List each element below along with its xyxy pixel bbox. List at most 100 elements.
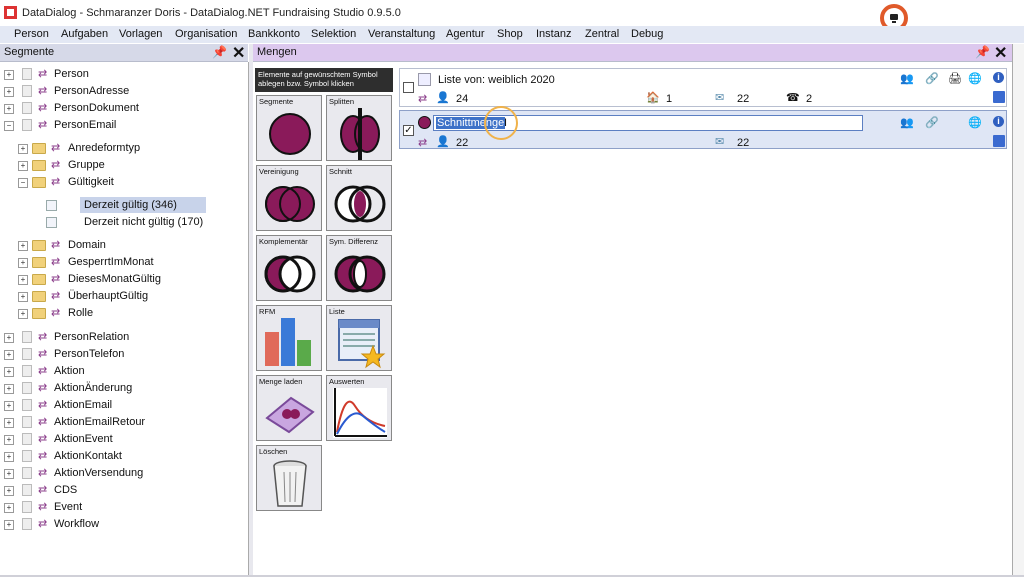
- plus-icon[interactable]: +: [4, 333, 14, 343]
- save-icon[interactable]: [993, 91, 1005, 103]
- plus-icon[interactable]: +: [4, 452, 14, 462]
- close-icon[interactable]: ✕: [232, 43, 245, 63]
- tree-item-diesesmonatgueltig[interactable]: + ⇄ DiesesMonatGültig: [18, 272, 244, 288]
- tree-item-gueltigkeit[interactable]: − ⇄ Gültigkeit: [18, 175, 244, 191]
- plus-icon[interactable]: +: [18, 275, 28, 285]
- tool-komplementaer[interactable]: Komplementär: [256, 235, 322, 301]
- tree-item-aktionemail[interactable]: + ⇄ AktionEmail: [4, 398, 244, 414]
- info-icon[interactable]: i: [993, 72, 1004, 83]
- plus-icon[interactable]: +: [18, 144, 28, 154]
- minus-icon[interactable]: −: [4, 121, 14, 131]
- tree-item-aktion[interactable]: + ⇄ Aktion: [4, 364, 244, 380]
- plus-icon[interactable]: +: [4, 384, 14, 394]
- globe-icon[interactable]: 🌐: [968, 116, 982, 129]
- tree-item-aktionemailretour[interactable]: + ⇄ AktionEmailRetour: [4, 415, 244, 431]
- menu-organisation[interactable]: Organisation: [175, 27, 237, 41]
- doc-icon: [22, 450, 32, 462]
- tree-item-gruppe[interactable]: + ⇄ Gruppe: [18, 158, 244, 174]
- info-icon[interactable]: i: [993, 116, 1004, 127]
- plus-icon[interactable]: +: [4, 435, 14, 445]
- tree-item-personrelation[interactable]: + ⇄ PersonRelation: [4, 330, 244, 346]
- menu-debug[interactable]: Debug: [631, 27, 663, 41]
- right-collapsed-panel[interactable]: [1012, 44, 1024, 577]
- pin-icon[interactable]: 📌: [212, 45, 227, 59]
- tree-item-ueberhauptgueltig[interactable]: + ⇄ ÜberhauptGültig: [18, 289, 244, 305]
- printer-icon[interactable]: 🖨: [948, 72, 962, 85]
- panel-splitter[interactable]: [249, 44, 253, 577]
- minus-icon[interactable]: −: [18, 178, 28, 188]
- tree-item-aktionaenderung[interactable]: + ⇄ AktionÄnderung: [4, 381, 244, 397]
- plus-icon[interactable]: +: [18, 309, 28, 319]
- plus-icon[interactable]: +: [4, 486, 14, 496]
- set-checkbox-checked[interactable]: ✓: [403, 125, 414, 136]
- tree-item-event[interactable]: + ⇄ Event: [4, 500, 244, 516]
- tree-item-persondokument[interactable]: + ⇄ PersonDokument: [4, 101, 244, 117]
- tool-menge-laden[interactable]: Menge laden: [256, 375, 322, 441]
- tool-schnitt[interactable]: Schnitt: [326, 165, 392, 231]
- tool-vereinigung[interactable]: Vereinigung: [256, 165, 322, 231]
- pin-icon[interactable]: 📌: [975, 45, 990, 59]
- tool-auswerten[interactable]: Auswerten: [326, 375, 392, 441]
- tree-item-domain[interactable]: + ⇄ Domain: [18, 238, 244, 254]
- people-icon[interactable]: 👥: [900, 116, 914, 129]
- tree-item-aktionkontakt[interactable]: + ⇄ AktionKontakt: [4, 449, 244, 465]
- link-icon[interactable]: 🔗: [925, 72, 939, 85]
- tool-segmente[interactable]: Segmente: [256, 95, 322, 161]
- address-count: 1: [666, 93, 673, 105]
- menu-person[interactable]: Person: [14, 27, 49, 41]
- tree-item-aktionversendung[interactable]: + ⇄ AktionVersendung: [4, 466, 244, 482]
- plus-icon[interactable]: +: [4, 418, 14, 428]
- menu-veranstaltung[interactable]: Veranstaltung: [368, 27, 435, 41]
- tree-item-personadresse[interactable]: + ⇄ PersonAdresse: [4, 84, 244, 100]
- close-icon[interactable]: ✕: [994, 43, 1007, 63]
- tree-item-workflow[interactable]: + ⇄ Workflow: [4, 517, 244, 533]
- plus-icon[interactable]: +: [4, 469, 14, 479]
- plus-icon[interactable]: +: [4, 350, 14, 360]
- tool-splitten[interactable]: Splitten: [326, 95, 392, 161]
- tree-item-aktionevent[interactable]: + ⇄ AktionEvent: [4, 432, 244, 448]
- menu-shop[interactable]: Shop: [497, 27, 523, 41]
- tree-item-persontelefon[interactable]: + ⇄ PersonTelefon: [4, 347, 244, 363]
- tree-item-person[interactable]: + ⇄ Person: [4, 67, 244, 83]
- set-name: Liste von: weiblich 2020: [438, 74, 555, 86]
- segment-icon: ⇄: [51, 273, 61, 285]
- tree-item-anredeformtyp[interactable]: + ⇄ Anredeformtyp: [18, 141, 244, 157]
- tool-rfm[interactable]: RFM: [256, 305, 322, 371]
- set-row[interactable]: Liste von: weiblich 2020 ⇄ 👤 24 🏠 1 ✉ 22…: [399, 68, 1007, 107]
- tree-item-personemail[interactable]: − ⇄ PersonEmail: [4, 118, 244, 134]
- plus-icon[interactable]: +: [4, 70, 14, 80]
- menu-selektion[interactable]: Selektion: [311, 27, 356, 41]
- tree-item-cds[interactable]: + ⇄ CDS: [4, 483, 244, 499]
- globe-icon[interactable]: 🌐: [968, 72, 982, 85]
- save-icon[interactable]: [993, 135, 1005, 147]
- menu-zentral[interactable]: Zentral: [585, 27, 619, 41]
- tool-liste[interactable]: Liste: [326, 305, 392, 371]
- menu-instanz[interactable]: Instanz: [536, 27, 571, 41]
- plus-icon[interactable]: +: [4, 104, 14, 114]
- tree-item-gesperrtimmonat[interactable]: + ⇄ GesperrtImMonat: [18, 255, 244, 271]
- tree-item-derzeit-nicht-gueltig[interactable]: Derzeit nicht gültig (170): [46, 215, 246, 231]
- menu-aufgaben[interactable]: Aufgaben: [61, 27, 108, 41]
- segment-icon: ⇄: [38, 348, 48, 360]
- doc-icon: [22, 467, 32, 479]
- plus-icon[interactable]: +: [4, 520, 14, 530]
- link-icon[interactable]: 🔗: [925, 116, 939, 129]
- tool-sym-differenz[interactable]: Sym. Differenz: [326, 235, 392, 301]
- set-checkbox[interactable]: [403, 82, 414, 93]
- plus-icon[interactable]: +: [18, 241, 28, 251]
- menu-agentur[interactable]: Agentur: [446, 27, 485, 41]
- plus-icon[interactable]: +: [4, 401, 14, 411]
- plus-icon[interactable]: +: [4, 503, 14, 513]
- segment-icon: ⇄: [51, 290, 61, 302]
- tree-item-rolle[interactable]: + ⇄ Rolle: [18, 306, 244, 322]
- menu-bankkonto[interactable]: Bankkonto: [248, 27, 300, 41]
- plus-icon[interactable]: +: [18, 258, 28, 268]
- plus-icon[interactable]: +: [18, 161, 28, 171]
- tool-loeschen[interactable]: Löschen: [256, 445, 322, 511]
- plus-icon[interactable]: +: [4, 367, 14, 377]
- plus-icon[interactable]: +: [18, 292, 28, 302]
- tree-item-derzeit-gueltig[interactable]: Derzeit gültig (346): [46, 198, 246, 214]
- menu-vorlagen[interactable]: Vorlagen: [119, 27, 162, 41]
- people-icon[interactable]: 👥: [900, 72, 914, 85]
- plus-icon[interactable]: +: [4, 87, 14, 97]
